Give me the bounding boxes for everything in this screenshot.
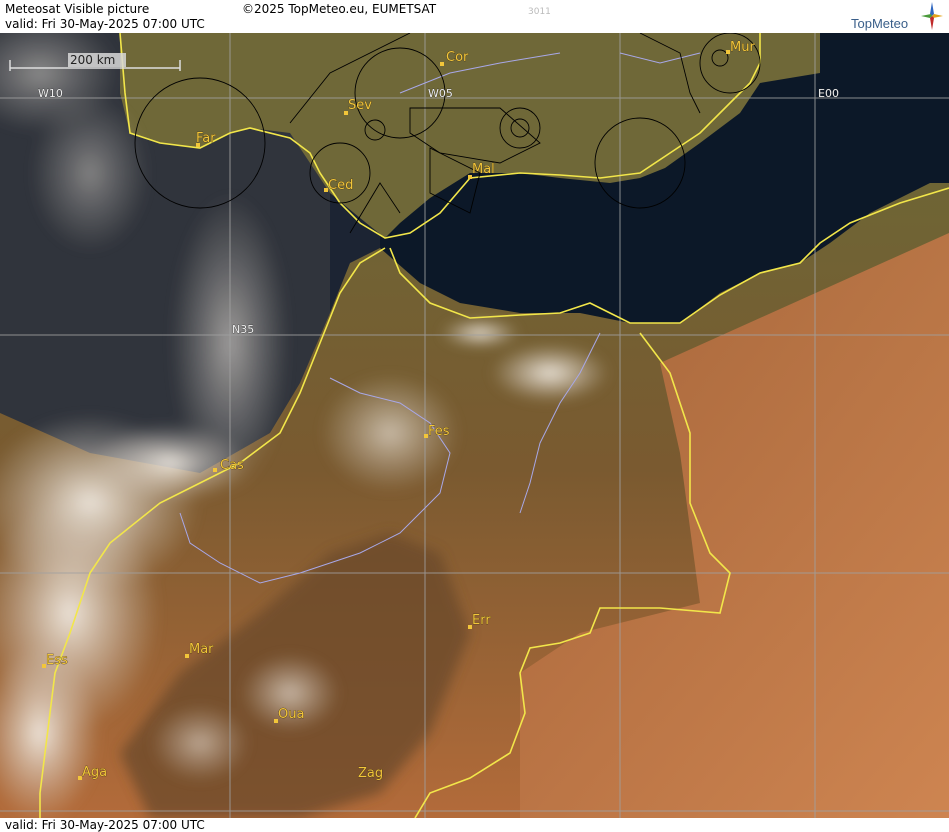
copyright-notice: ©2025 TopMeteo.eu, EUMETSAT [242,2,437,16]
city-fes: Fes [428,424,450,439]
city-cordoba: Cor [446,50,469,65]
valid-time-bottom: valid: Fri 30-May-2025 07:00 UTC [5,818,205,832]
city-ceuta: Ced [328,178,353,193]
city-errachidia: Err [472,613,491,628]
image-code: 3011 [528,7,551,17]
city-zagora: Zag [358,766,383,781]
city-faro: Far [196,131,216,146]
city-sevilla: Sev [348,98,372,113]
grid-label-w05: W05 [428,87,453,100]
logo-text: TopMeteo [851,16,909,31]
city-murcia: Mur [730,40,755,55]
grid-label-e00: E00 [818,87,839,100]
scale-label: 200 km [70,53,115,67]
city-agadir: Aga [82,765,107,780]
city-casablanca: Cas [220,458,244,473]
grid-label-n35: N35 [232,323,254,336]
city-essaouira: Ess [46,653,68,668]
topmeteo-logo[interactable]: TopMeteo [851,2,943,32]
satellite-viewer: Meteosat Visible picture valid: Fri 30-M… [0,0,949,832]
product-title: Meteosat Visible picture [5,2,150,16]
grid-label-w10: W10 [38,87,63,100]
valid-time-top: valid: Fri 30-May-2025 07:00 UTC [5,17,205,31]
city-malaga: Mal [472,162,495,177]
city-marrakech: Mar [189,642,214,657]
satellite-map[interactable]: 200 km W10 W05 E00 N35 Cor Mur Sev Far C… [0,33,949,818]
compass-star-icon [921,2,943,30]
city-ouarzazate: Oua [278,707,304,722]
